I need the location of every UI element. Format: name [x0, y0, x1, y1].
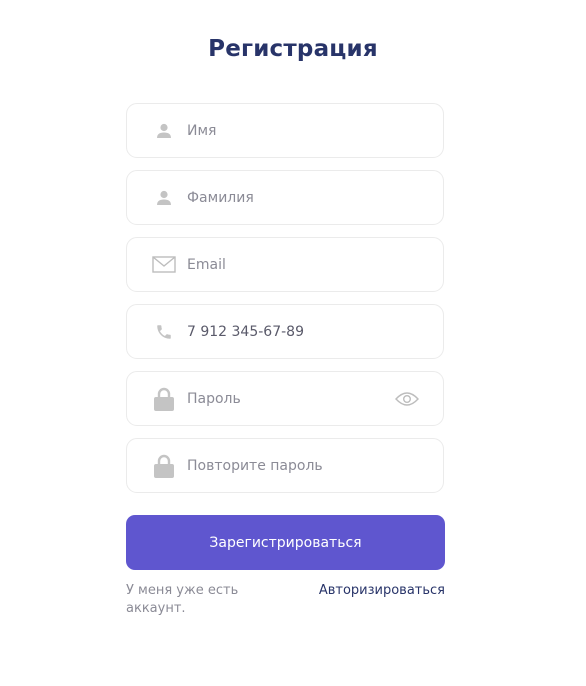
login-link[interactable]: Авторизироваться	[319, 582, 445, 600]
user-icon	[152, 186, 176, 210]
last-name-field[interactable]	[126, 170, 444, 225]
email-input[interactable]	[187, 238, 387, 291]
password-repeat-field[interactable]	[126, 438, 444, 493]
password-repeat-input[interactable]	[187, 439, 387, 492]
email-field[interactable]	[126, 237, 444, 292]
register-button[interactable]: Зарегистрироваться	[126, 515, 445, 570]
phone-input[interactable]	[187, 305, 387, 358]
first-name-input[interactable]	[187, 104, 387, 157]
lock-icon	[152, 387, 176, 411]
eye-icon[interactable]	[395, 391, 419, 407]
page-title: Регистрация	[208, 36, 378, 62]
footer-text: У меня уже есть аккаунт.	[126, 583, 239, 616]
registration-page: Регистрация Имя Фамилия Email 7 912 345-…	[0, 0, 586, 686]
phone-icon	[152, 320, 176, 344]
last-name-input[interactable]	[187, 171, 387, 224]
phone-field[interactable]	[126, 304, 444, 359]
password-input[interactable]	[187, 372, 387, 425]
user-icon	[152, 119, 176, 143]
lock-icon	[152, 454, 176, 478]
envelope-icon	[152, 253, 176, 277]
password-field[interactable]	[126, 371, 444, 426]
first-name-field[interactable]	[126, 103, 444, 158]
